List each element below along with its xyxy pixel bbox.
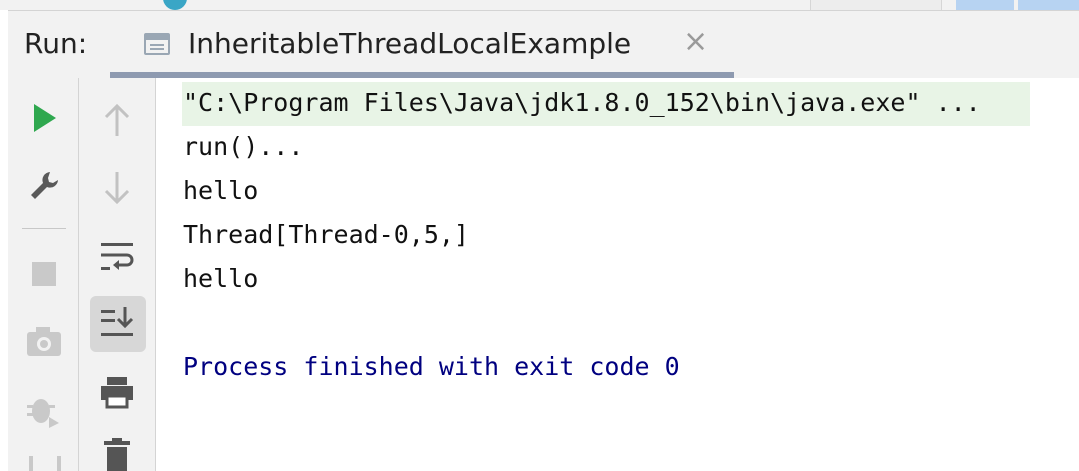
console-output[interactable]: "C:\Program Files\Java\jdk1.8.0_152\bin\… xyxy=(156,78,1079,471)
run-panel-header: Run: InheritableThreadLocalExample × xyxy=(8,10,1079,79)
console-line: run()... xyxy=(183,132,304,161)
trash-icon[interactable] xyxy=(101,438,133,471)
toolbar-divider xyxy=(22,228,66,229)
console-line-command: "C:\Program Files\Java\jdk1.8.0_152\bin\… xyxy=(183,88,981,117)
rerun-icon[interactable] xyxy=(28,100,60,136)
console-toolbar xyxy=(79,78,156,471)
editor-tab[interactable] xyxy=(1018,0,1079,10)
camera-icon[interactable] xyxy=(24,324,64,360)
run-tab-title: InheritableThreadLocalExample xyxy=(188,27,632,60)
console-line: hello xyxy=(183,176,259,205)
run-toolbar xyxy=(8,78,79,471)
soft-wrap-icon[interactable] xyxy=(99,236,135,276)
editor-tab-strip xyxy=(0,0,1079,10)
console-line: hello xyxy=(183,264,259,293)
editor-tab[interactable] xyxy=(956,0,1014,10)
run-tab[interactable]: InheritableThreadLocalExample × xyxy=(110,11,733,79)
close-icon[interactable]: × xyxy=(683,25,708,59)
scroll-to-end-icon[interactable] xyxy=(99,302,135,342)
debug-bug-icon[interactable] xyxy=(24,390,64,430)
wrench-icon[interactable] xyxy=(26,166,62,206)
exit-status-message: Process finished with exit code 0 xyxy=(183,352,680,381)
console-window-icon xyxy=(144,33,170,55)
print-icon[interactable] xyxy=(99,372,135,412)
file-icon xyxy=(163,0,187,10)
down-arrow-icon[interactable] xyxy=(101,168,133,208)
editor-tab[interactable] xyxy=(810,0,942,10)
run-label: Run: xyxy=(24,27,88,60)
layout-icon[interactable] xyxy=(28,456,62,471)
up-arrow-icon[interactable] xyxy=(101,100,133,140)
stop-icon[interactable] xyxy=(28,258,60,290)
console-line: Thread[Thread-0,5,] xyxy=(183,220,469,249)
